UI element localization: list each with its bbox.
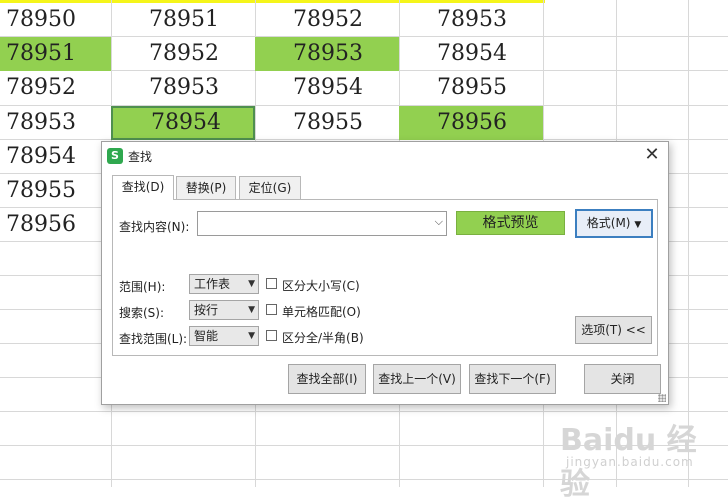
cell[interactable]: 78955 <box>255 106 399 140</box>
match-width-checkbox[interactable] <box>266 330 277 341</box>
scope-select[interactable]: 工作表 ▼ <box>189 274 259 294</box>
dropdown-arrow-icon: ▼ <box>248 331 255 341</box>
find-content-input[interactable]: ⌵ <box>197 211 447 236</box>
dialog-title: 查找 <box>128 150 153 164</box>
find-prev-button[interactable]: 查找上一个(V) <box>373 364 461 394</box>
cell[interactable]: 78950 <box>0 3 111 37</box>
baidu-watermark: Baidu 经验 jingyan.baidu.com <box>560 405 720 502</box>
scope-value: 工作表 <box>194 277 231 291</box>
cell[interactable]: 78954 <box>255 71 399 105</box>
format-button[interactable]: 格式(M) ▼ <box>575 209 653 238</box>
lookin-value: 智能 <box>194 329 219 343</box>
chevron-down-icon[interactable]: ⌵ <box>435 215 443 229</box>
cell[interactable]: 78951 <box>0 37 111 71</box>
cell[interactable]: 78954 <box>0 140 111 174</box>
tab-goto[interactable]: 定位(G) <box>239 176 301 199</box>
match-cell-label: 单元格匹配(O) <box>282 305 361 319</box>
scope-label: 范围(H): <box>119 280 166 294</box>
wps-s-icon: S <box>107 148 123 164</box>
lookin-label: 查找范围(L): <box>119 332 188 346</box>
search-label: 搜索(S): <box>119 306 165 320</box>
cell[interactable]: 78954 <box>111 106 255 140</box>
cell[interactable]: 78956 <box>0 208 111 242</box>
dialog-titlebar[interactable]: S 查找 ✕ <box>102 142 668 170</box>
cell[interactable]: 78955 <box>399 71 543 105</box>
find-panel: 查找内容(N): ⌵ 格式预览 格式(M) ▼ 范围(H): 工作表 ▼ 区分大… <box>112 199 658 356</box>
format-button-label: 格式(M) <box>586 216 631 230</box>
dropdown-arrow-icon: ▼ <box>248 305 255 315</box>
cell[interactable]: 78954 <box>399 37 543 71</box>
match-case-label: 区分大小写(C) <box>282 279 360 293</box>
cell[interactable]: 78952 <box>111 37 255 71</box>
cell[interactable]: 78951 <box>111 3 255 37</box>
cell[interactable]: 78953 <box>255 37 399 71</box>
find-dialog: S 查找 ✕ 查找(D) 替换(P) 定位(G) 查找内容(N): ⌵ 格式预览… <box>101 141 669 405</box>
close-icon[interactable]: ✕ <box>642 144 662 166</box>
tab-replace[interactable]: 替换(P) <box>176 176 236 199</box>
match-width-label: 区分全/半角(B) <box>282 331 364 345</box>
cell[interactable]: 78955 <box>0 174 111 208</box>
lookin-select[interactable]: 智能 ▼ <box>189 326 259 346</box>
watermark-sub: jingyan.baidu.com <box>566 455 694 469</box>
dropdown-arrow-icon: ▼ <box>248 279 255 289</box>
find-all-button[interactable]: 查找全部(I) <box>288 364 366 394</box>
find-next-button[interactable]: 查找下一个(F) <box>469 364 556 394</box>
match-case-checkbox[interactable] <box>266 278 277 289</box>
options-button[interactable]: 选项(T) << <box>575 316 652 344</box>
cell[interactable]: 78953 <box>0 106 111 140</box>
cell[interactable]: 78952 <box>0 71 111 105</box>
close-button[interactable]: 关闭 <box>584 364 661 394</box>
resize-grip-icon[interactable] <box>658 394 666 402</box>
tab-find[interactable]: 查找(D) <box>112 175 174 200</box>
match-cell-checkbox[interactable] <box>266 304 277 315</box>
dropdown-arrow-icon: ▼ <box>634 220 642 230</box>
format-preview: 格式预览 <box>456 211 565 235</box>
cell[interactable]: 78952 <box>255 3 399 37</box>
cell[interactable]: 78953 <box>399 3 543 37</box>
cell[interactable]: 78953 <box>111 71 255 105</box>
search-order-value: 按行 <box>194 303 219 317</box>
search-order-select[interactable]: 按行 ▼ <box>189 300 259 320</box>
cell[interactable]: 78956 <box>399 106 543 140</box>
find-content-label: 查找内容(N): <box>119 220 190 234</box>
